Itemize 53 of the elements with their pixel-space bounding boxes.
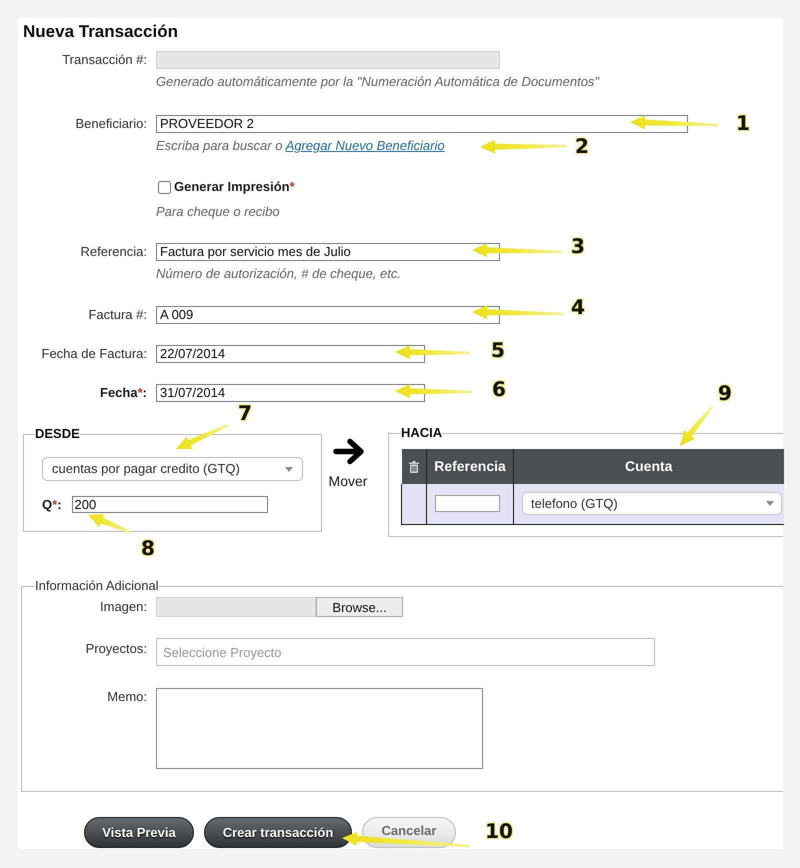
projects-field[interactable]: Seleccione Proyecto bbox=[156, 638, 655, 666]
callout-number: 2 bbox=[575, 135, 589, 157]
action-button[interactable]: Vista Previa bbox=[84, 817, 194, 848]
action-button[interactable]: Crear transacción bbox=[204, 817, 352, 848]
callout-number: 5 bbox=[491, 339, 505, 361]
field-label: Q*: bbox=[42, 496, 62, 513]
callout-number: 8 bbox=[141, 537, 155, 559]
field-label: Factura #: bbox=[88, 306, 147, 324]
field-label: Fecha de Factura: bbox=[42, 345, 147, 363]
page-title: Nueva Transacción bbox=[23, 22, 178, 42]
file-name-field[interactable] bbox=[156, 597, 316, 617]
callout-number: 1 bbox=[736, 112, 750, 134]
memo-field[interactable] bbox=[156, 688, 483, 769]
browse-button[interactable]: Browse... bbox=[316, 597, 403, 617]
help-text: Número de autorización, # de cheque, etc. bbox=[156, 266, 401, 282]
pointer-arrow bbox=[680, 406, 713, 446]
checkbox[interactable] bbox=[158, 180, 171, 194]
pointer-arrow bbox=[176, 424, 228, 450]
field-label: Memo: bbox=[107, 688, 147, 706]
field-label: Beneficiario: bbox=[75, 115, 147, 133]
pointer-arrow bbox=[88, 514, 130, 534]
callout-number: 9 bbox=[718, 382, 732, 404]
text-field[interactable]: A 009 bbox=[156, 306, 500, 324]
reference-field[interactable] bbox=[435, 495, 500, 512]
callout-number: 4 bbox=[571, 296, 585, 318]
text-field[interactable]: 22/07/2014 bbox=[156, 345, 425, 363]
text-field[interactable]: Factura por servicio mes de Julio bbox=[156, 243, 500, 261]
callout-number: 3 bbox=[571, 235, 585, 257]
callout-number: 6 bbox=[492, 378, 506, 400]
field-label: Transacción #: bbox=[62, 51, 147, 69]
amount-field[interactable]: 200 bbox=[72, 496, 268, 513]
column-header: Cuenta bbox=[514, 449, 784, 484]
text-field[interactable]: 31/07/2014 bbox=[156, 384, 425, 402]
field-label: Imagen: bbox=[100, 598, 147, 616]
trash-icon[interactable] bbox=[408, 460, 419, 472]
field-label: Referencia: bbox=[80, 243, 147, 261]
caret-icon bbox=[285, 466, 293, 472]
right-arrow-icon bbox=[332, 438, 364, 465]
move-label: Mover bbox=[328, 473, 368, 489]
help-text: Generado automáticamente por la "Numeración Automática de Documentos" bbox=[156, 74, 600, 90]
account-select[interactable]: telefono (GTQ) bbox=[522, 492, 782, 516]
account-select[interactable]: cuentas por pagar credito (GTQ) bbox=[42, 457, 303, 481]
help-text: Para cheque o recibo bbox=[156, 204, 280, 220]
text-field[interactable]: PROVEEDOR 2 bbox=[156, 115, 688, 133]
caret-icon bbox=[766, 501, 774, 506]
field-label: Fecha*: bbox=[100, 384, 147, 402]
callout-number: 7 bbox=[238, 402, 252, 424]
help-text: Escriba para buscar o Agregar Nuevo Beneficiario bbox=[156, 138, 445, 154]
add-beneficiary-link[interactable]: Agregar Nuevo Beneficiario bbox=[286, 138, 445, 153]
checkbox-label: Generar Impresión* bbox=[174, 179, 295, 194]
column-header: Referencia bbox=[426, 449, 514, 484]
callout-number: 10 bbox=[485, 820, 513, 842]
field-label: Proyectos: bbox=[86, 640, 147, 658]
